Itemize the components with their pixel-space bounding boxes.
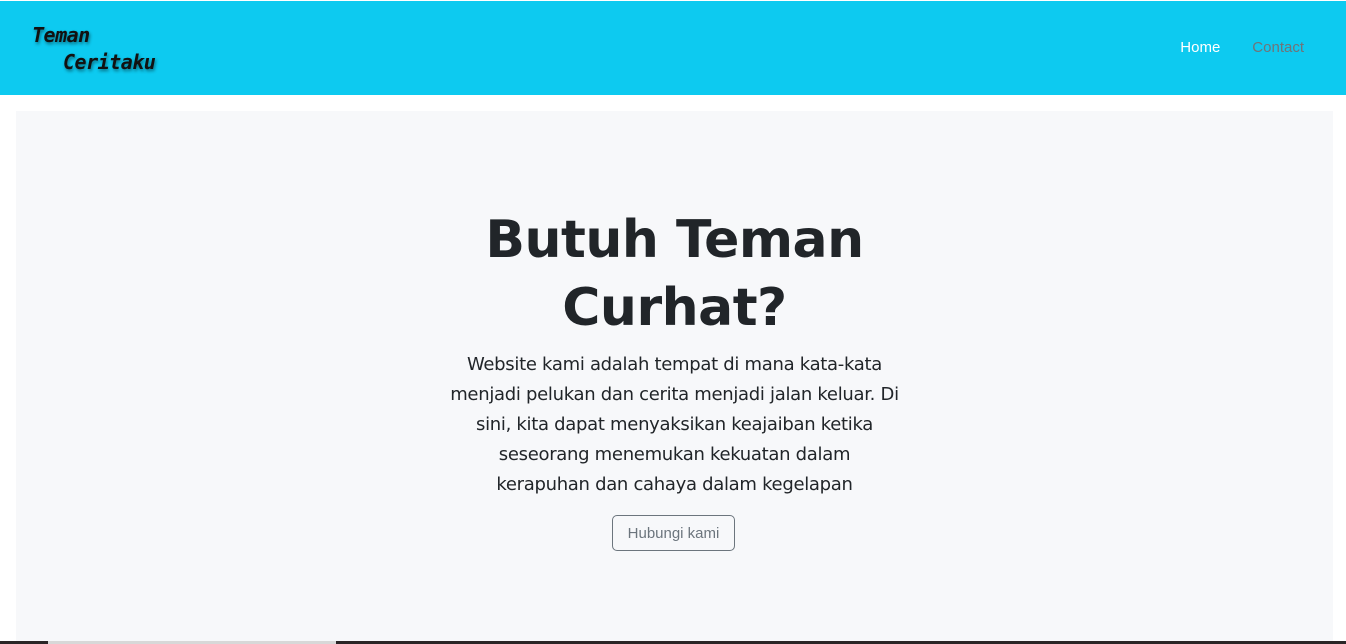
nav-contact-link[interactable]: Contact (1252, 39, 1304, 56)
brand-logo-line1: Teman (32, 23, 90, 47)
contact-us-button[interactable]: Hubungi kami (612, 515, 735, 551)
brand-logo-line2: Ceritaku (63, 50, 156, 74)
nav-links: Home Contact (1180, 39, 1304, 56)
hero-title: Butuh Teman Curhat? (485, 210, 864, 338)
hero-description: Website kami adalah tempat di mana kata-… (450, 354, 899, 495)
hero-section: Butuh Teman Curhat? Website kami adalah … (16, 111, 1333, 644)
nav-home-link[interactable]: Home (1180, 39, 1220, 56)
navbar: Teman Ceritaku Home Contact (0, 1, 1346, 95)
brand-logo[interactable]: Teman Ceritaku (32, 21, 162, 81)
